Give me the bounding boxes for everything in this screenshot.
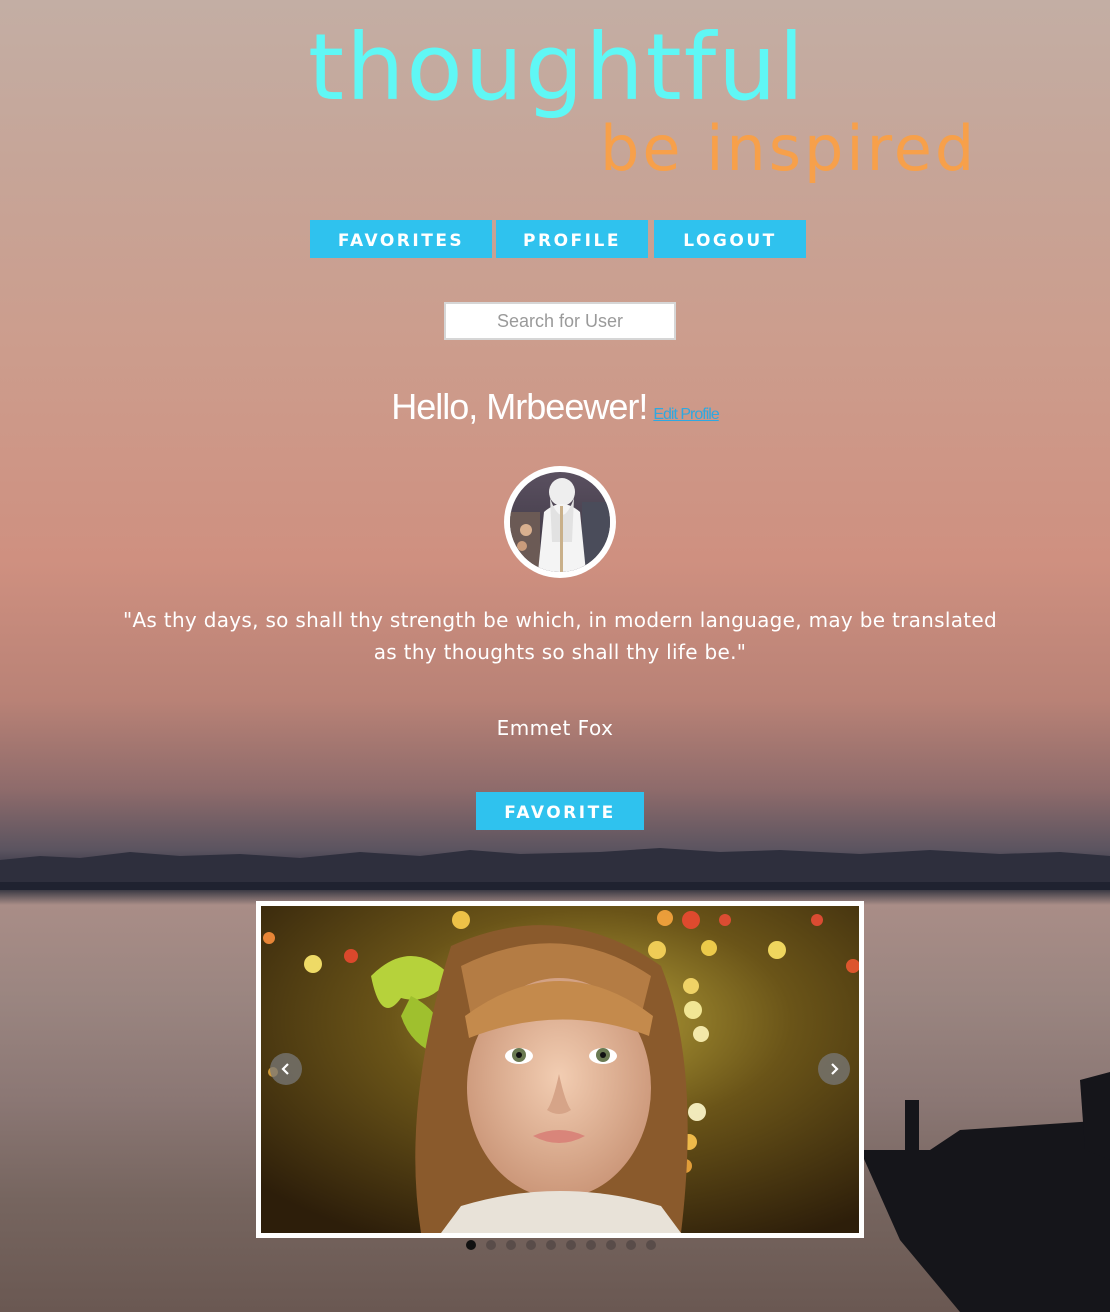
greeting: Hello, Mrbeewer! Edit Profile bbox=[0, 386, 1110, 428]
carousel-dot[interactable] bbox=[466, 1240, 476, 1250]
profile-button[interactable]: PROFILE bbox=[496, 220, 648, 258]
carousel-dot[interactable] bbox=[606, 1240, 616, 1250]
chevron-left-icon bbox=[281, 1063, 289, 1075]
image-carousel bbox=[256, 901, 864, 1238]
carousel-dot[interactable] bbox=[526, 1240, 536, 1250]
quote-author: Emmet Fox bbox=[496, 716, 614, 740]
carousel-dot[interactable] bbox=[566, 1240, 576, 1250]
logo-title: thoughtful bbox=[308, 14, 807, 121]
site-logo[interactable]: thoughtful be inspired bbox=[0, 0, 1110, 200]
shoreline-background bbox=[0, 848, 1110, 890]
quote-text: "As thy days, so shall thy strength be w… bbox=[122, 608, 998, 664]
favorite-quote-button[interactable]: FAVORITE bbox=[476, 792, 644, 830]
favorites-button[interactable]: FAVORITES bbox=[310, 220, 492, 258]
carousel-dot[interactable] bbox=[586, 1240, 596, 1250]
carousel-dot[interactable] bbox=[486, 1240, 496, 1250]
carousel-next-button[interactable] bbox=[818, 1053, 850, 1085]
carousel-dots bbox=[466, 1240, 666, 1250]
carousel-slide-image bbox=[261, 906, 859, 1233]
carousel-prev-button[interactable] bbox=[270, 1053, 302, 1085]
search-user-input[interactable] bbox=[444, 302, 676, 340]
carousel-dot[interactable] bbox=[546, 1240, 556, 1250]
edit-profile-link[interactable]: Edit Profile bbox=[653, 406, 719, 423]
carousel-dot[interactable] bbox=[646, 1240, 656, 1250]
avatar-image bbox=[510, 472, 610, 572]
carousel-dot[interactable] bbox=[506, 1240, 516, 1250]
chevron-right-icon bbox=[831, 1063, 839, 1075]
logout-button[interactable]: LOGOUT bbox=[654, 220, 806, 258]
greeting-text: Hello, Mrbeewer! bbox=[391, 386, 648, 427]
avatar[interactable] bbox=[504, 466, 616, 578]
logo-tagline: be inspired bbox=[600, 112, 978, 185]
carousel-dot[interactable] bbox=[626, 1240, 636, 1250]
